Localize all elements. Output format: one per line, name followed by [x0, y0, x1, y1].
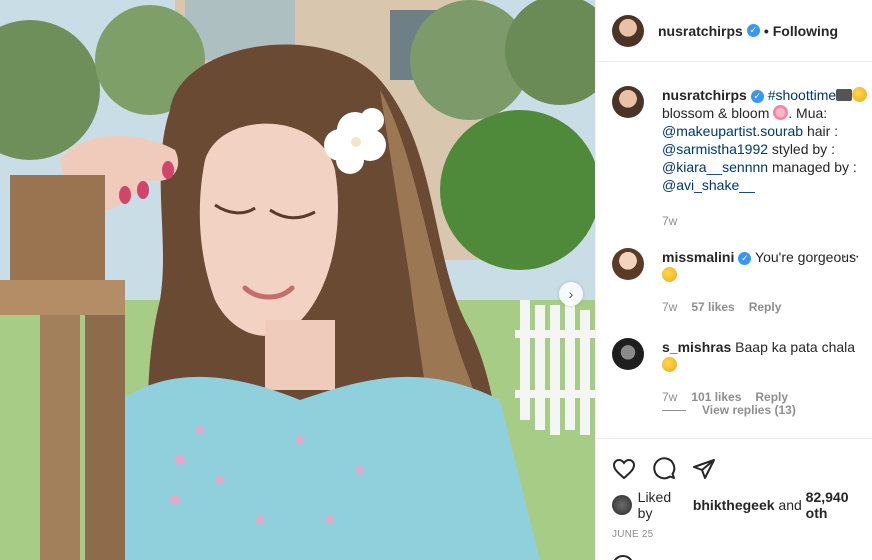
caption-text-4: styled by : — [768, 141, 835, 157]
caption-username[interactable]: nusratchirps — [662, 87, 747, 103]
mention-link[interactable]: @avi_shake__ — [662, 177, 755, 193]
mention-link[interactable]: @sarmistha1992 — [662, 141, 768, 157]
view-replies-button[interactable]: View replies (13) — [662, 403, 796, 417]
separator-dot: • — [763, 22, 769, 39]
author-avatar[interactable] — [612, 14, 644, 47]
chevron-right-icon: › — [568, 286, 574, 302]
liker-username[interactable]: bhikthegeek — [693, 497, 775, 513]
likes-count[interactable]: 82,940 oth — [806, 489, 872, 521]
commenter-avatar[interactable] — [612, 338, 644, 370]
caption-text-1: blossom & bloom — [662, 105, 770, 121]
comment-text: You're gorgeous — [755, 249, 857, 265]
verified-badge-icon: ✓ — [750, 89, 764, 103]
mention-link[interactable]: @kiara__sennnn — [662, 159, 768, 175]
share-icon[interactable] — [692, 457, 716, 481]
post-actions: Liked by bhikthegeek and 82,940 oth JUNE… — [596, 438, 872, 560]
caption: nusratchirps ✓ #shoottime blossom & bloom… — [612, 86, 872, 230]
post-photo[interactable]: › — [0, 0, 595, 560]
replies-divider — [662, 409, 686, 411]
comment-text: Baap ka pata chala — [735, 339, 856, 355]
post-header: nusratchirps ✓ • Following — [596, 0, 872, 62]
heart-eyes-emoji-icon — [662, 267, 677, 282]
comments-list[interactable]: nusratchirps ✓ #shoottime blossom & bloom… — [596, 62, 872, 437]
hashtag-link[interactable]: #shoottime — [768, 87, 836, 103]
commenter-username[interactable]: s_mishras — [662, 339, 731, 355]
camera-emoji-icon — [836, 89, 853, 101]
post-side-panel: nusratchirps ✓ • Following nusratchirps ✓… — [595, 0, 872, 560]
author-username[interactable]: nusratchirps — [658, 23, 743, 39]
comment-item: missmalini ✓ You're gorgeous 7w 57 likes … — [612, 248, 872, 316]
caption-text-3: hair : — [803, 123, 839, 139]
laughing-emoji-icon — [662, 357, 677, 372]
caption-text-2: . Mua: — [788, 105, 828, 121]
following-button[interactable]: Following — [773, 23, 838, 39]
mention-link[interactable]: @makeupartist.sourab — [662, 123, 803, 139]
liker-avatar[interactable] — [612, 495, 632, 515]
caption-avatar[interactable] — [612, 86, 644, 118]
caption-text-5: managed by : — [768, 159, 857, 175]
commenter-username[interactable]: missmalini — [662, 249, 734, 265]
commenter-avatar[interactable] — [612, 248, 644, 280]
verified-badge-icon: ✓ — [746, 24, 760, 37]
photo-illustration — [0, 0, 595, 560]
more-options-icon[interactable]: ··· — [842, 248, 861, 266]
comment-likes[interactable]: 57 likes — [691, 298, 734, 316]
heart-icon[interactable] — [612, 457, 636, 481]
emoji-picker-icon[interactable] — [612, 555, 634, 560]
liked-by-prefix: Liked by — [637, 489, 672, 521]
reply-button[interactable]: Reply — [749, 298, 782, 316]
post-date[interactable]: JUNE 25 — [596, 529, 872, 540]
flower-emoji-icon — [773, 105, 789, 120]
likes-summary: Liked by bhikthegeek and 82,940 oth — [596, 489, 872, 521]
comment-icon[interactable] — [652, 457, 676, 481]
comment-item: s_mishras Baap ka pata chala 7w 101 like… — [612, 338, 872, 406]
sunglasses-emoji-icon — [852, 87, 868, 102]
next-photo-button[interactable]: › — [559, 282, 583, 306]
verified-badge-icon: ✓ — [738, 251, 752, 265]
comment-time[interactable]: 7w — [662, 298, 677, 316]
caption-time[interactable]: 7w — [662, 212, 677, 230]
view-replies-label: View replies (13) — [702, 403, 796, 417]
liked-by-mid: and — [778, 497, 802, 513]
